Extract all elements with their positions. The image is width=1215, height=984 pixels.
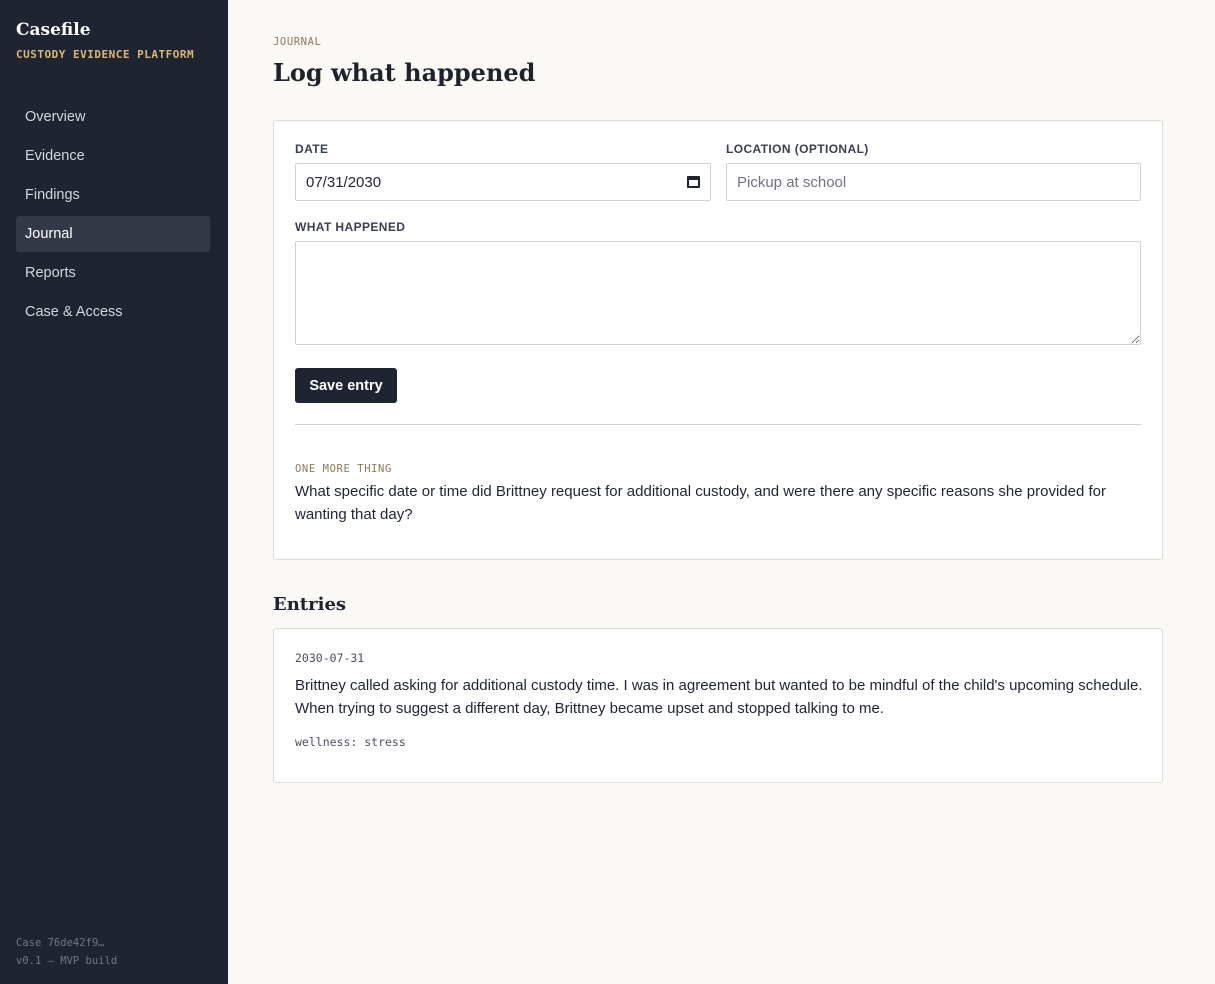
entry-text: Brittney called asking for additional cu…	[295, 677, 1143, 717]
list-item: 2030-07-31 Brittney called asking for ad…	[273, 628, 1163, 783]
what-happened-textarea[interactable]	[295, 241, 1141, 345]
date-label: DATE	[295, 142, 329, 156]
version-label: v0.1 — MVP build	[16, 955, 118, 967]
page-eyebrow: JOURNAL	[273, 36, 322, 48]
sidebar: Casefile CUSTODY EVIDENCE PLATFORM Overv…	[0, 0, 228, 984]
sidebar-footer: Case 76de42f9… v0.1 — MVP build	[16, 934, 117, 970]
form-divider	[295, 424, 1141, 425]
sidebar-item-reports[interactable]: Reports	[16, 255, 210, 291]
journal-form-card: DATE 07/31/2030 LOCATION (OPTIONAL) WHAT…	[273, 120, 1163, 560]
calendar-icon[interactable]	[687, 176, 700, 188]
sidebar-item-evidence[interactable]: Evidence	[16, 138, 210, 174]
what-happened-label: WHAT HAPPENED	[295, 220, 406, 234]
sidebar-item-findings[interactable]: Findings	[16, 177, 210, 213]
brand-tagline: CUSTODY EVIDENCE PLATFORM	[16, 48, 195, 61]
date-value: 07/31/2030	[306, 173, 382, 191]
save-entry-button[interactable]: Save entry	[295, 368, 397, 403]
hint-question: What specific date or time did Brittney …	[295, 483, 1106, 523]
sidebar-item-journal[interactable]: Journal	[16, 216, 210, 252]
brand-name: Casefile	[16, 20, 91, 40]
sidebar-item-overview[interactable]: Overview	[16, 99, 210, 135]
case-id: Case 76de42f9…	[16, 937, 105, 949]
entries-title: Entries	[273, 594, 347, 615]
sidebar-nav: Overview Evidence Findings Journal Repor…	[16, 99, 210, 333]
date-field[interactable]: 07/31/2030	[295, 163, 711, 201]
location-input[interactable]	[726, 163, 1141, 201]
page-title: Log what happened	[273, 58, 536, 87]
entry-tags: wellness: stress	[295, 735, 406, 749]
location-label: LOCATION (OPTIONAL)	[726, 142, 869, 156]
hint-eyebrow: ONE MORE THING	[295, 463, 392, 475]
sidebar-item-case-access[interactable]: Case & Access	[16, 294, 210, 330]
entry-date: 2030-07-31	[295, 651, 365, 665]
